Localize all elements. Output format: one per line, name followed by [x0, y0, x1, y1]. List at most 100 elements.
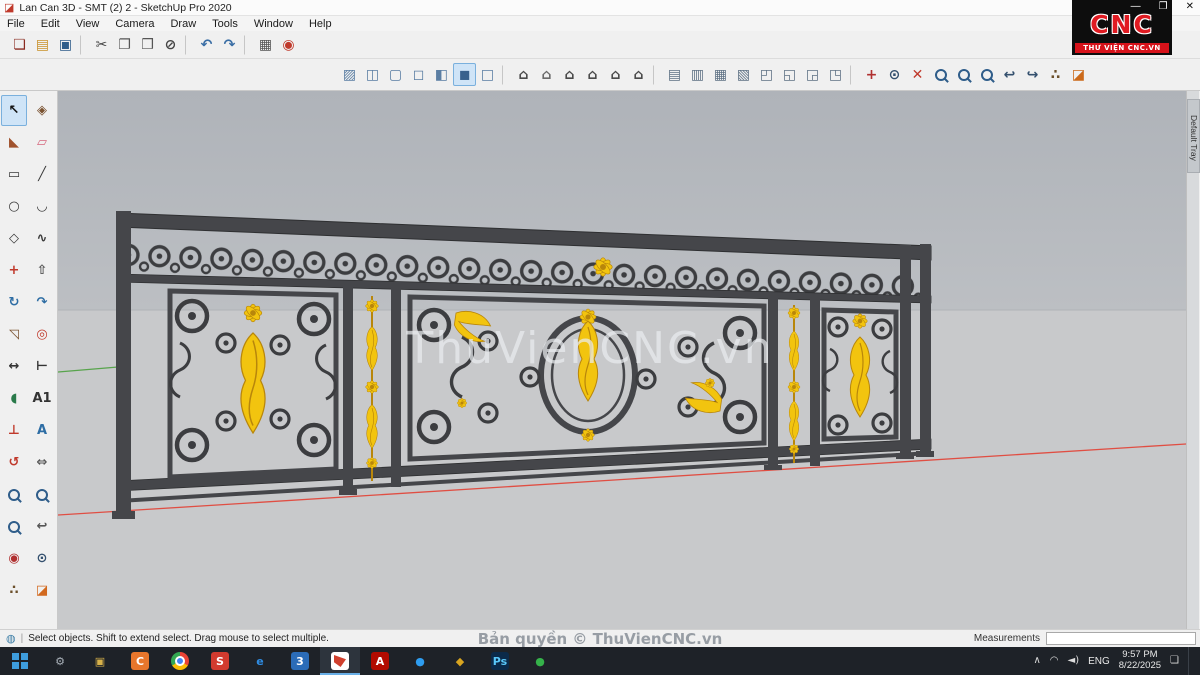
taskbar-clock[interactable]: 9:57 PM 8/22/2025 [1119, 650, 1161, 672]
model-viewport[interactable]: ThuVienCNC.vn [58, 91, 1186, 629]
polygon-tool[interactable]: ◇ [1, 223, 27, 254]
walk-tool[interactable]: ∴ [1, 575, 27, 606]
axes-tool[interactable]: ⊥ [1, 415, 27, 446]
print-button[interactable]: ▦ [254, 33, 277, 56]
new-document-button[interactable]: ❏ [8, 33, 31, 56]
rotate-tool[interactable]: ↻ [1, 287, 27, 318]
wireframe-style-button[interactable]: ▢ [384, 63, 407, 86]
separator[interactable] [80, 35, 87, 55]
measurements-input[interactable] [1046, 632, 1196, 645]
zoom-button[interactable] [929, 63, 952, 86]
separator[interactable] [185, 35, 192, 55]
taskbar-browser-app[interactable]: ● [400, 647, 440, 675]
pan-tool[interactable]: ⇔ [29, 447, 55, 478]
circle-tool[interactable]: ○ [1, 191, 27, 222]
solid-trim-button[interactable]: ◰ [755, 63, 778, 86]
menu-tools[interactable]: Tools [212, 18, 238, 30]
top-view-button[interactable]: ⌂ [535, 63, 558, 86]
text-tool[interactable]: A1 [29, 383, 55, 414]
dimension-tool[interactable]: ⊢ [29, 351, 55, 382]
walk-button[interactable]: ∴ [1044, 63, 1067, 86]
hidden-line-style-button[interactable]: ◻ [407, 63, 430, 86]
undo-button[interactable]: ↶ [195, 33, 218, 56]
taskbar-blue-3-app[interactable]: 3 [280, 647, 320, 675]
model-info-button[interactable]: ◉ [277, 33, 300, 56]
protractor-tool[interactable]: ◖ [1, 383, 27, 414]
arc-tool[interactable]: ◡ [29, 191, 55, 222]
taskbar-edge-app[interactable]: e [240, 647, 280, 675]
menu-draw[interactable]: Draw [170, 18, 196, 30]
extension-button[interactable]: ◳ [824, 63, 847, 86]
position-camera-button[interactable]: + [860, 63, 883, 86]
follow-me-tool[interactable]: ↷ [29, 287, 55, 318]
previous-view-button[interactable]: ↩ [998, 63, 1021, 86]
solid-split-button[interactable]: ◱ [778, 63, 801, 86]
tray-expand-icon[interactable]: ∧ [1033, 656, 1040, 666]
taskbar-acrobat-app[interactable]: A [360, 647, 400, 675]
save-button[interactable]: ▣ [54, 33, 77, 56]
paste-button[interactable]: ❒ [136, 33, 159, 56]
erase-button[interactable]: ⊘ [159, 33, 182, 56]
redo-button[interactable]: ↷ [218, 33, 241, 56]
solid-subtract-button[interactable]: ▧ [732, 63, 755, 86]
shaded-style-button[interactable]: ◧ [430, 63, 453, 86]
delete-guides-button[interactable]: ✕ [906, 63, 929, 86]
action-center-icon[interactable]: ❏ [1170, 656, 1179, 666]
shaded-textures-style-button[interactable]: ◼ [453, 63, 476, 86]
look-around-tool[interactable]: ⊙ [29, 543, 55, 574]
zoom-window-button[interactable] [952, 63, 975, 86]
rectangle-tool[interactable]: ▭ [1, 159, 27, 190]
copy-button[interactable]: ❐ [113, 33, 136, 56]
menu-file[interactable]: File [7, 18, 25, 30]
position-camera-tool[interactable]: ◉ [1, 543, 27, 574]
menu-view[interactable]: View [76, 18, 100, 30]
show-desktop-button[interactable] [1188, 647, 1192, 675]
menu-help[interactable]: Help [309, 18, 332, 30]
start-button[interactable] [0, 647, 40, 675]
previous-view-tool[interactable]: ↩ [29, 511, 55, 542]
tape-measure-tool[interactable]: ↔ [1, 351, 27, 382]
language-indicator[interactable]: ENG [1088, 656, 1110, 667]
close-button[interactable]: ✕ [1186, 1, 1194, 12]
taskbar-photoshop-app[interactable]: Ps [480, 647, 520, 675]
offset-tool[interactable]: ◎ [29, 319, 55, 350]
menu-camera[interactable]: Camera [115, 18, 154, 30]
next-view-button[interactable]: ↪ [1021, 63, 1044, 86]
eraser-tool[interactable]: ▱ [29, 127, 55, 158]
volume-icon[interactable]: ◄) [1068, 656, 1080, 666]
monochrome-style-button[interactable]: □ [476, 63, 499, 86]
taskbar-folder-app[interactable]: ▣ [80, 647, 120, 675]
taskbar-green-app[interactable]: ● [520, 647, 560, 675]
separator[interactable] [502, 65, 509, 85]
menu-edit[interactable]: Edit [41, 18, 60, 30]
separator[interactable] [244, 35, 251, 55]
solid-outer-shell-button[interactable]: ▤ [663, 63, 686, 86]
cut-button[interactable]: ✂ [90, 33, 113, 56]
line-tool[interactable]: ╱ [29, 159, 55, 190]
zoom-extents-tool[interactable] [1, 511, 27, 542]
taskbar-sketchup-app[interactable] [320, 647, 360, 675]
zoom-tool[interactable] [1, 479, 27, 510]
menu-window[interactable]: Window [254, 18, 293, 30]
make-component-tool[interactable]: ◈ [29, 95, 55, 126]
section-plane-button[interactable]: ◪ [1067, 63, 1090, 86]
orbit-tool[interactable]: ↺ [1, 447, 27, 478]
taskbar-c-app[interactable]: C [120, 647, 160, 675]
push-pull-tool[interactable]: ⇧ [29, 255, 55, 286]
taskbar-chrome-app[interactable] [160, 647, 200, 675]
zoom-window-tool[interactable] [29, 479, 55, 510]
taskbar-gold-app[interactable]: ◆ [440, 647, 480, 675]
default-tray-tab[interactable]: Default Tray [1187, 99, 1200, 173]
back-view-button[interactable]: ⌂ [604, 63, 627, 86]
left-view-button[interactable]: ⌂ [627, 63, 650, 86]
taskbar-tools-app[interactable]: ⚙ [40, 647, 80, 675]
front-view-button[interactable]: ⌂ [558, 63, 581, 86]
minimize-button[interactable]: — [1131, 1, 1141, 12]
scale-tool[interactable]: ◹ [1, 319, 27, 350]
network-icon[interactable]: ◠ [1050, 656, 1059, 666]
back-edges-style-button[interactable]: ◫ [361, 63, 384, 86]
section-plane-tool[interactable]: ◪ [29, 575, 55, 606]
freehand-tool[interactable]: ∿ [29, 223, 55, 254]
iso-view-button[interactable]: ⌂ [512, 63, 535, 86]
warehouse-button[interactable]: ◲ [801, 63, 824, 86]
